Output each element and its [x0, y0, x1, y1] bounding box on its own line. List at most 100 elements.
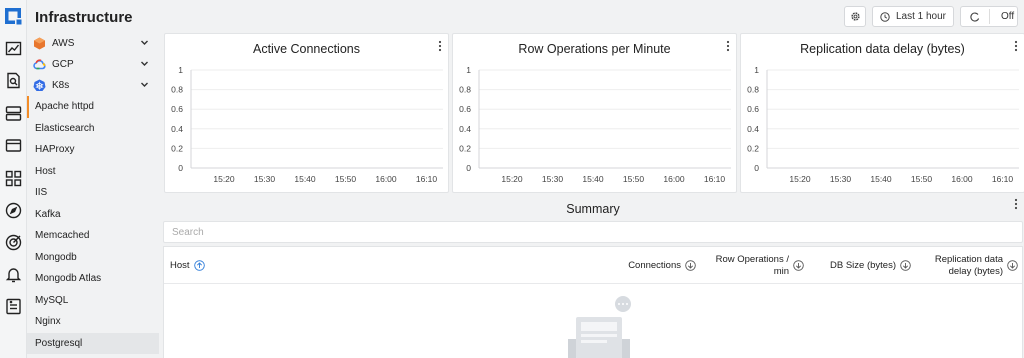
sort-descending-icon[interactable] [900, 260, 911, 271]
sidebar-group-k8s[interactable]: K8s [27, 75, 159, 96]
column-label-line: Replication data [934, 253, 1003, 265]
table-header: Host Connections Row Operations / min DB … [164, 247, 1022, 284]
sidebar-item-memcached[interactable]: Memcached [27, 225, 159, 247]
refresh-divider [989, 9, 990, 24]
sidebar-item-label: Host [35, 165, 56, 177]
refresh-interval-label[interactable]: Off [1001, 11, 1014, 22]
column-label: Replication data delay (bytes) [935, 254, 1003, 278]
sidebar-item-label: Memcached [35, 230, 90, 242]
sidebar-item-mysql[interactable]: MySQL [27, 290, 159, 312]
refresh-control[interactable]: Off [960, 6, 1018, 27]
x-tick-label: 15:20 [789, 174, 811, 184]
sidebar-item-label: Nginx [35, 316, 61, 328]
refresh-icon[interactable] [970, 11, 980, 22]
infrastructure-servers-icon[interactable] [5, 105, 22, 122]
gear-icon [850, 12, 860, 21]
y-tick-label: 0.6 [747, 104, 759, 114]
y-tick-label: 0 [754, 163, 759, 173]
x-tick-label: 15:40 [294, 174, 316, 184]
clock-icon [880, 11, 890, 22]
sidebar-item-label: Mongodb [35, 251, 77, 263]
sort-descending-icon[interactable] [1007, 260, 1018, 271]
app-logo-icon[interactable] [4, 7, 22, 25]
column-label-line: min [773, 265, 789, 277]
sort-descending-icon[interactable] [793, 260, 804, 271]
chevron-down-icon[interactable] [140, 59, 149, 68]
x-tick-label: 16:10 [992, 174, 1014, 184]
reports-icon[interactable] [5, 298, 22, 315]
x-tick-label: 16:10 [704, 174, 726, 184]
summary-search-input[interactable] [163, 221, 1023, 243]
y-tick-label: 0.6 [459, 104, 471, 114]
metrics-chart-icon[interactable] [5, 40, 22, 57]
dashboards-grid-icon[interactable] [5, 170, 22, 187]
x-tick-label: 15:20 [501, 174, 523, 184]
targets-icon[interactable] [5, 234, 22, 251]
summary-menu-icon[interactable] [1014, 198, 1018, 210]
column-label: DB Size (bytes) [830, 259, 896, 271]
sidebar-group-gcp[interactable]: GCP [27, 54, 159, 75]
y-tick-label: 1 [466, 65, 471, 75]
y-tick-label: 0.2 [747, 143, 759, 153]
sidebar-item-label: MySQL [35, 294, 69, 306]
column-label: Row Operations / min [716, 254, 789, 278]
x-tick-label: 16:00 [951, 174, 973, 184]
sidebar-item-postgresql[interactable]: Postgresql [27, 332, 159, 354]
time-range-button[interactable]: Last 1 hour [872, 6, 954, 27]
column-label-line: Row Operations / [715, 253, 789, 265]
column-db-size[interactable]: DB Size (bytes) [830, 247, 911, 284]
sidebar-item-nginx[interactable]: Nginx [27, 311, 159, 333]
y-tick-label: 0.4 [171, 124, 183, 134]
sort-descending-icon[interactable] [685, 260, 696, 271]
column-label: Host [170, 259, 190, 271]
chevron-down-icon[interactable] [140, 38, 149, 47]
alerts-bell-icon[interactable] [5, 266, 22, 283]
y-tick-label: 0.8 [459, 85, 471, 95]
panel-replication-delay: Replication data delay (bytes) 1 0.8 0.6 0.… [740, 33, 1024, 193]
active-connections-chart: 1 0.8 0.6 0.4 0.2 0 15:20 15:30 15:40 15:50 16:00 1… [171, 65, 443, 184]
y-tick-label: 1 [178, 65, 183, 75]
sidebar-item-mongodb[interactable]: Mongodb [27, 247, 159, 269]
panel-row-operations: Row Operations per Minute 1 0.8 0.6 0.4 0.2 0… [452, 33, 737, 193]
summary-table: Host Connections Row Operations / min DB … [163, 246, 1023, 358]
sidebar-item-label: Mongodb Atlas [35, 273, 102, 285]
sidebar-item-host[interactable]: Host [27, 161, 159, 183]
column-replication-delay[interactable]: Replication data delay (bytes) [935, 247, 1018, 284]
column-host[interactable]: Host [170, 247, 205, 284]
x-tick-label: 15:50 [911, 174, 933, 184]
y-tick-label: 1 [754, 65, 759, 75]
sidebar-item-mongodb-atlas[interactable]: Mongodb Atlas [27, 268, 159, 290]
x-tick-label: 15:40 [582, 174, 604, 184]
x-tick-label: 15:50 [335, 174, 357, 184]
y-tick-label: 0.2 [171, 143, 183, 153]
column-label: Connections [628, 259, 681, 271]
sidebar-group-aws[interactable]: AWS [27, 33, 159, 54]
page-title: Infrastructure [35, 9, 133, 26]
x-tick-label: 16:00 [663, 174, 685, 184]
aws-icon [34, 37, 45, 50]
row-operations-chart: 1 0.8 0.6 0.4 0.2 0 15:20 15:30 15:40 15:50 16:00 1… [459, 65, 731, 184]
sort-ascending-icon[interactable] [193, 260, 205, 271]
sidebar-item-kafka[interactable]: Kafka [27, 204, 159, 226]
column-connections[interactable]: Connections [628, 247, 696, 284]
browser-window-icon[interactable] [5, 137, 22, 154]
column-label-line: delay (bytes) [948, 265, 1003, 277]
sidebar-group-label: AWS [52, 38, 75, 49]
y-tick-label: 0 [178, 163, 183, 173]
time-range-label: Last 1 hour [895, 11, 947, 22]
sidebar-item-iis[interactable]: IIS [27, 182, 159, 204]
replication-delay-chart: 1 0.8 0.6 0.4 0.2 0 15:20 15:30 15:40 15:50 16:00 1… [747, 65, 1019, 184]
sidebar-item-label: Postgresql [35, 337, 83, 349]
explore-compass-icon[interactable] [5, 202, 22, 219]
sidebar-item-haproxy[interactable]: HAProxy [27, 139, 159, 161]
sidebar-item-apache-httpd[interactable]: Apache httpd [27, 96, 159, 118]
y-tick-label: 0.4 [747, 124, 759, 134]
chevron-down-icon[interactable] [140, 80, 149, 89]
icon-rail [0, 0, 27, 358]
log-search-icon[interactable] [5, 72, 22, 89]
sidebar-item-elasticsearch[interactable]: Elasticsearch [27, 118, 159, 140]
settings-button[interactable] [844, 6, 866, 27]
column-row-operations[interactable]: Row Operations / min [716, 247, 804, 284]
sidebar-item-label: Kafka [35, 208, 61, 220]
sidebar: AWS GCP K8s Apache httpd Elasticsearch H… [27, 33, 159, 354]
